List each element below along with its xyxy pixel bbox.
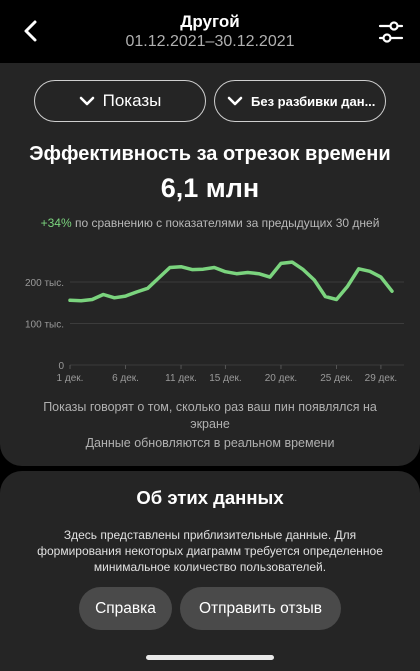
metric-dropdown-label: Показы xyxy=(102,91,162,110)
y-tick-label: 100 тыс. xyxy=(25,320,64,331)
performance-card: Показы Без разбивки дан... Эффективность… xyxy=(0,63,420,466)
breakdown-dropdown-label: Без разбивки дан... xyxy=(251,93,376,109)
y-tick-label: 200 тыс. xyxy=(25,278,64,289)
about-data-card: Об этих данных Здесь представлены прибли… xyxy=(0,471,420,671)
x-tick-label: 6 дек. xyxy=(112,373,139,383)
send-feedback-button[interactable]: Отправить отзыв xyxy=(180,587,341,630)
sliders-icon[interactable] xyxy=(378,20,404,44)
home-indicator[interactable] xyxy=(146,655,274,660)
comparison-text: +34% по сравнению с показателями за пред… xyxy=(0,216,420,230)
chevron-down-icon xyxy=(79,96,94,106)
metric-dropdown[interactable]: Показы xyxy=(34,80,206,122)
x-tick-label: 11 дек. xyxy=(165,373,197,383)
performance-title: Эффективность за отрезок времени xyxy=(29,143,391,165)
breakdown-dropdown[interactable]: Без разбивки дан... xyxy=(214,80,386,122)
realtime-note: Данные обновляются в реальном времени xyxy=(85,436,335,450)
chevron-down-icon xyxy=(227,96,243,106)
x-tick-label: 29 дек. xyxy=(365,373,397,383)
total-impressions: 6,1 млн xyxy=(160,173,260,203)
y-tick-label: 0 xyxy=(58,361,64,372)
date-range: 01.12.2021–30.12.2021 xyxy=(125,33,295,50)
x-tick-label: 15 дек. xyxy=(209,373,241,383)
impressions-note: Показы говорят о том, сколько раз ваш пи… xyxy=(43,400,377,431)
impressions-line-chart: 0 100 тыс. 200 тыс. 1 дек. 6 дек. 11 дек. 15 д… xyxy=(25,260,404,383)
page-title: Другой xyxy=(180,12,240,31)
about-title: Об этих данных xyxy=(136,487,284,508)
x-tick-label: 20 дек. xyxy=(265,373,297,383)
change-description: по сравнению с показателями за предыдущи… xyxy=(74,216,380,230)
change-percent: +34% xyxy=(40,216,72,230)
about-description: Здесь представлены приблизительные данны… xyxy=(37,528,383,574)
x-tick-label: 25 дек. xyxy=(320,373,352,383)
impressions-series-line xyxy=(68,260,394,303)
top-bar: Другой 01.12.2021–30.12.2021 xyxy=(0,0,420,62)
help-button[interactable]: Справка xyxy=(79,587,172,630)
x-tick-label: 1 дек. xyxy=(57,373,84,383)
